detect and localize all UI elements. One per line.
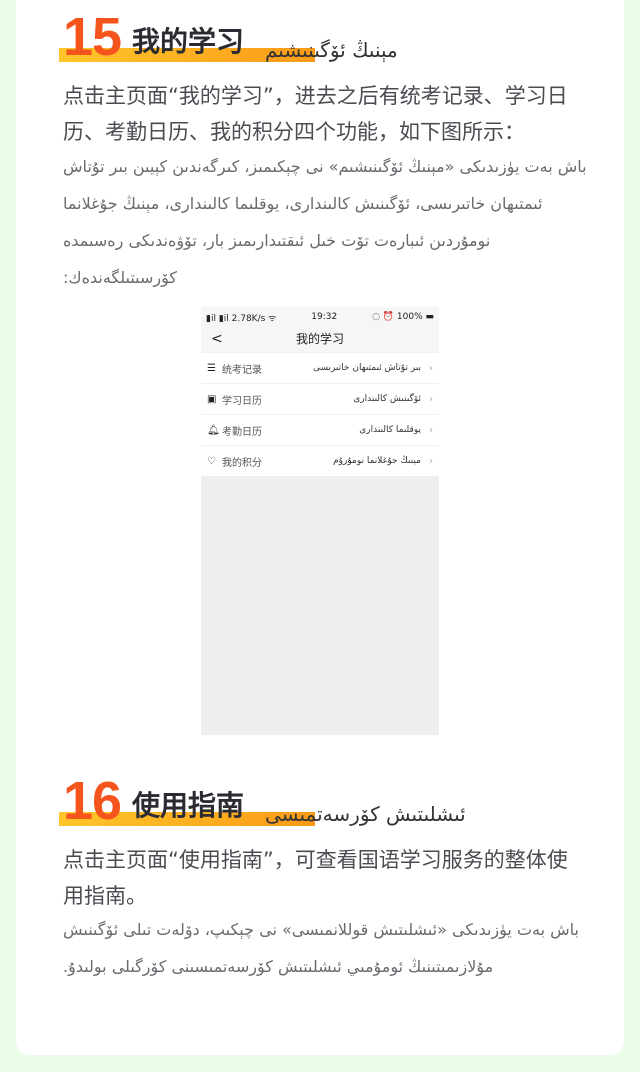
menu-item-exam-records[interactable]: ☰ 统考记录 بىر تۇتاش ئىمتىھان خاتىرىسى › — [201, 353, 439, 383]
section-16-header: 16 使用指南 ئىشلىتىش كۆرسەتمىسى — [59, 771, 599, 832]
menu-item-label: 考勤日历 — [222, 426, 262, 438]
status-right: ◌ ⏰ 100% ▬ — [372, 312, 434, 322]
section-title-ug: ئىشلىتىش كۆرسەتمىسى — [265, 802, 466, 826]
status-time: 19:32 — [311, 312, 338, 322]
section-body-ug: باش بەت يۈزىدىكى «مېنىڭ ئۆگىنىشىم» نى چې… — [63, 157, 587, 287]
section-number: 16 — [63, 771, 122, 831]
calendar-icon: ▣ — [207, 393, 217, 405]
status-left: ▮il ▮il 2.78K/s ᯤ — [206, 313, 277, 324]
nav-bar: < 我的学习 — [201, 327, 439, 352]
bell-icon: 🔔︎ — [207, 424, 220, 436]
list-icon: ☰ — [207, 362, 216, 374]
status-bar: ▮il ▮il 2.78K/s ᯤ 19:32 ◌ ⏰ 100% ▬ — [201, 307, 439, 327]
section-title-ug: مېنىڭ ئۆگىنىشىم — [265, 38, 398, 62]
chevron-right-icon: › — [429, 362, 433, 374]
nav-title: 我的学习 — [295, 332, 344, 346]
diamond-icon: ♡ — [207, 455, 216, 467]
menu-item-label-ug: مېنىڭ جۇغلانما نومۇرۇم — [333, 456, 421, 466]
chevron-right-icon: › — [429, 455, 433, 467]
back-icon[interactable]: < — [211, 327, 223, 352]
section-15-header: 15 我的学习 مېنىڭ ئۆگىنىشىم — [59, 7, 599, 68]
section-body-zh: 点击主页面“使用指南”，可查看国语学习服务的整体使用指南。 — [63, 848, 568, 908]
section-number: 15 — [63, 7, 122, 67]
menu-item-label: 学习日历 — [222, 395, 262, 407]
section-body-zh: 点击主页面“我的学习”，进去之后有统考记录、学习日历、考勤日历、我的积分四个功能… — [63, 84, 568, 144]
menu-item-label: 我的积分 — [222, 457, 262, 469]
menu-item-attendance-calendar[interactable]: 🔔︎ 考勤日历 يوقلىما كالىندارى › — [201, 415, 439, 445]
chevron-right-icon: › — [429, 393, 433, 405]
phone-screenshot: ▮il ▮il 2.78K/s ᯤ 19:32 ◌ ⏰ 100% ▬ < 我的学… — [201, 307, 439, 735]
section-body-ug: باش بەت يۈزىدىكى «ئىشلىتىش قوللانمىسى» ن… — [63, 920, 579, 976]
menu-item-label-ug: يوقلىما كالىندارى — [359, 425, 421, 435]
menu-item-label-ug: ئۆگىنىش كالىندارى — [353, 394, 421, 404]
chevron-right-icon: › — [429, 424, 433, 436]
section-title-zh: 我的学习 — [132, 25, 245, 58]
menu-item-label-ug: بىر تۇتاش ئىمتىھان خاتىرىسى — [312, 363, 421, 373]
section-title-zh: 使用指南 — [132, 789, 245, 822]
menu-item-my-points[interactable]: ♡ 我的积分 مېنىڭ جۇغلانما نومۇرۇم › — [201, 446, 439, 476]
menu-item-study-calendar[interactable]: ▣ 学习日历 ئۆگىنىش كالىندارى › — [201, 384, 439, 414]
menu-item-label: 统考记录 — [222, 364, 262, 376]
